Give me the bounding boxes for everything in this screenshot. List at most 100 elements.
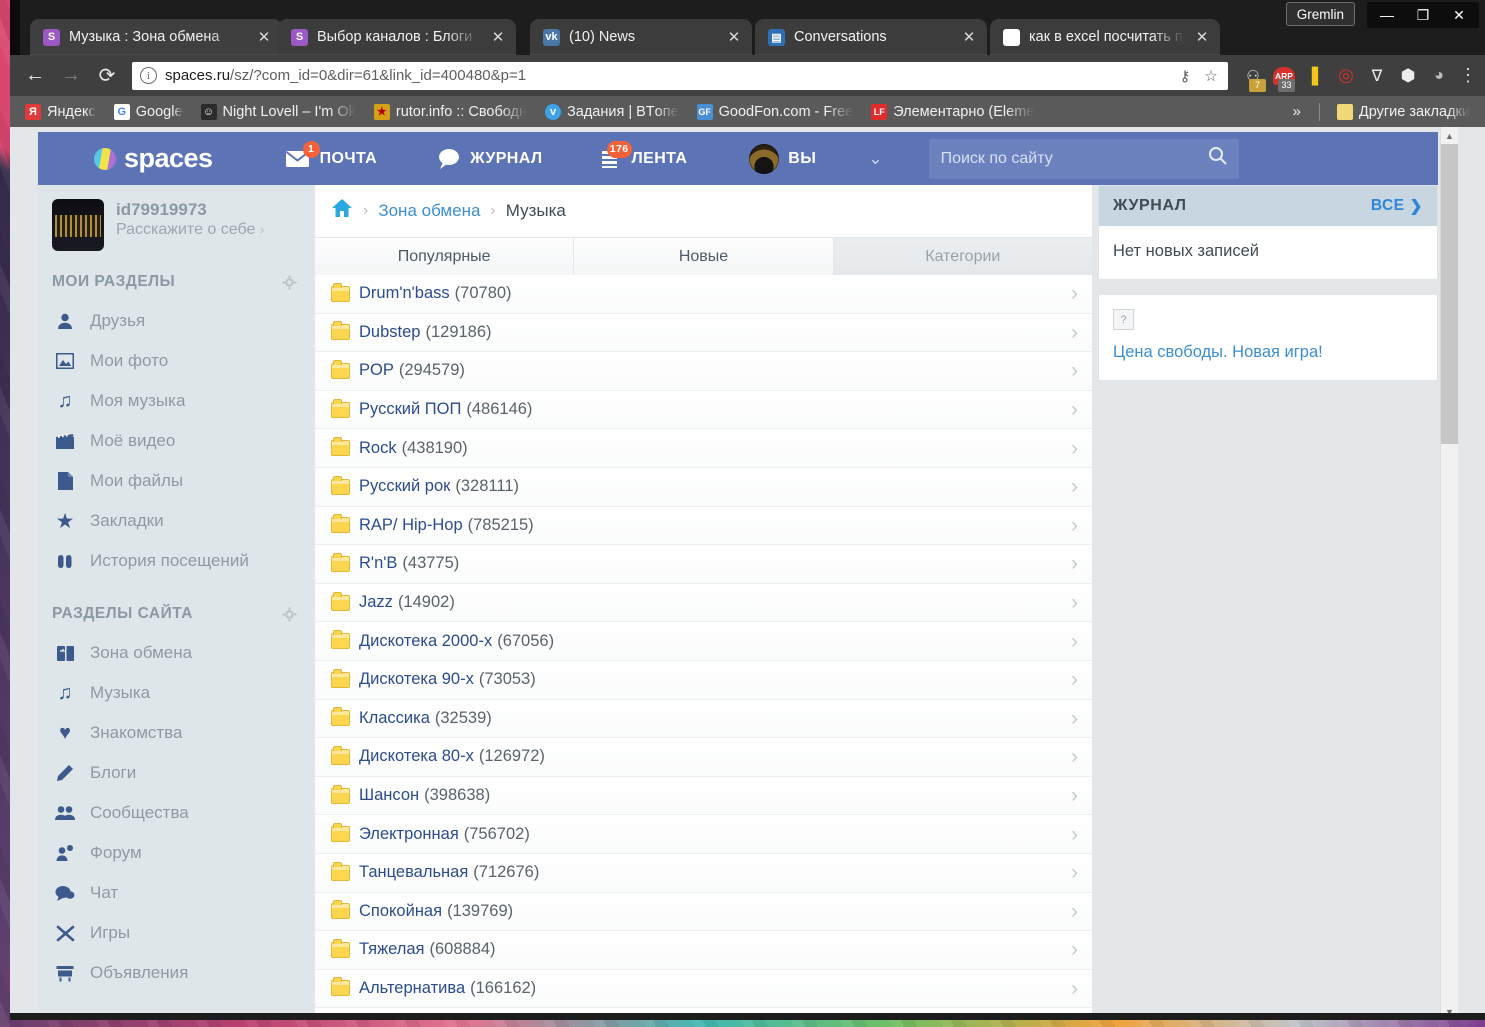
search-input[interactable]: Поиск по сайту [941,150,1208,168]
chevron-right-icon[interactable]: › [1071,862,1078,883]
sidebar-item-games[interactable]: Игры [38,913,315,953]
chevron-right-icon[interactable]: › [1071,939,1078,960]
sidebar-item-dating[interactable]: ♥ Знакомства [38,713,315,753]
folder-row[interactable]: Классика (32539) › [315,699,1092,739]
sidebar-item-my-files[interactable]: Мои файлы [38,461,315,501]
chevron-right-icon[interactable]: › [1071,824,1078,845]
chevron-right-icon[interactable]: › [1071,322,1078,343]
browser-tab-2[interactable]: S Выбор каналов : Блоги ✕ [278,19,516,55]
bookmark-item[interactable]: LF Элементарно (Eleme [862,100,1043,124]
close-icon[interactable]: ✕ [961,30,977,45]
key-icon[interactable]: ⚷ [1176,67,1194,85]
avatar[interactable] [52,199,104,251]
site-info-icon[interactable]: i [140,67,157,84]
chevron-right-icon[interactable]: › [1071,476,1078,497]
sidebar-item-forum[interactable]: Форум [38,833,315,873]
sidebar-item-exchange-zone[interactable]: Зона обмена [38,633,315,673]
sidebar-item-blogs[interactable]: Блоги [38,753,315,793]
browser-menu-icon[interactable]: ⋮ [1459,66,1477,84]
bookmark-item[interactable]: ☺ Night Lovell – I'm Ok [192,100,365,124]
nav-item-mail[interactable]: 1 ПОЧТА [285,140,378,171]
sidebar-item-ads[interactable]: Объявления [38,953,315,993]
chevron-right-icon[interactable]: › [1071,901,1078,922]
search-icon[interactable] [1208,146,1227,171]
chevron-right-icon[interactable]: › [1071,592,1078,613]
folder-row[interactable]: Шансон (398638) › [315,776,1092,816]
folder-row[interactable]: Танцевальная (712676) › [315,853,1092,893]
nav-item-you[interactable]: ВЫ [749,143,816,174]
folder-row[interactable]: Rock (438190) › [315,429,1092,468]
chevron-right-icon[interactable]: › [1071,283,1078,304]
minimize-button[interactable]: — [1369,3,1405,27]
bookmark-item[interactable]: Я Яндекс [16,100,105,124]
home-icon[interactable] [331,198,353,224]
sidebar-item-chat[interactable]: Чат [38,873,315,913]
chevron-right-icon[interactable]: › [1071,438,1078,459]
chevron-right-icon[interactable]: › [1071,978,1078,999]
close-icon[interactable]: ✕ [490,30,506,45]
folder-row[interactable]: Русский ПОП (486146) › [315,390,1092,430]
bookmark-extension-icon[interactable]: ❚ [1304,65,1326,87]
chevron-right-icon[interactable]: › [1071,553,1078,574]
close-window-button[interactable]: ✕ [1441,3,1477,27]
bookmarks-overflow-button[interactable]: » [1283,103,1311,120]
target-extension-icon[interactable]: ◎ [1335,65,1357,87]
page-scrollbar[interactable]: ▲ ▼ [1440,127,1458,1020]
status-extension-icon[interactable]: ◕ [1428,65,1450,87]
address-bar[interactable]: i spaces.ru/sz/?com_id=0&dir=61&link_id=… [132,61,1228,90]
bookmark-item[interactable]: v Задания | BTопе [536,100,688,124]
arp-extension-icon[interactable]: ARP 33 [1273,65,1295,92]
promo-link[interactable]: Цена свободы. Новая игра! [1113,343,1423,362]
tab-categories[interactable]: Категории [833,238,1092,275]
folder-row[interactable]: Jazz (14902) › [315,583,1092,623]
other-bookmarks-button[interactable]: Другие закладки [1328,100,1479,124]
sidebar-item-communities[interactable]: Сообщества [38,793,315,833]
close-icon[interactable]: ✕ [256,30,272,45]
folder-row[interactable]: RAP/ Hip-Hop (785215) › [315,506,1092,546]
reload-button[interactable]: ⟳ [90,61,124,91]
folder-row[interactable]: Спокойная (139769) › [315,892,1092,932]
sidebar-item-my-video[interactable]: Моё видео [38,421,315,461]
chevron-right-icon[interactable]: › [1071,631,1078,652]
folder-row[interactable]: Dubstep (129186) › [315,313,1092,353]
sidebar-item-bookmarks[interactable]: ★ Закладки [38,501,315,541]
journal-all-link[interactable]: ВСЕ ❯ [1371,197,1423,216]
sidebar-item-my-photos[interactable]: Мои фото [38,341,315,381]
folder-row[interactable]: Электронная (756702) › [315,815,1092,854]
chevron-right-icon[interactable]: › [1071,399,1078,420]
chevron-right-icon[interactable]: › [1071,708,1078,729]
star-icon[interactable]: ☆ [1202,67,1220,85]
sidebar-item-friends[interactable]: Друзья [38,301,315,341]
tab-popular[interactable]: Популярные [315,238,575,275]
bookmark-item[interactable]: ★ rutor.info :: Свободн [365,100,536,124]
sidebar-item-my-music[interactable]: ♫ Моя музыка [38,381,315,421]
folder-row[interactable]: Дискотека 80-х (126972) › [315,738,1092,777]
back-button[interactable]: ← [18,61,52,91]
folder-row[interactable]: R'n'B (43775) › [315,545,1092,584]
site-search[interactable]: Поиск по сайту [928,138,1239,179]
scrollbar-thumb[interactable] [1441,144,1458,444]
browser-tab-3[interactable]: vk (10) News ✕ [530,19,752,55]
nav-item-feed[interactable]: 176 ЛЕНТА [597,140,688,171]
gear-icon[interactable] [282,607,297,622]
sidebar-item-music[interactable]: ♫ Музыка [38,673,315,713]
scroll-up-button[interactable]: ▲ [1441,127,1458,144]
vpn-extension-icon[interactable]: ᐁ [1366,65,1388,87]
nav-item-journal[interactable]: ЖУРНАЛ [435,147,542,171]
folder-row[interactable]: Drum'n'bass (70780) › [315,275,1092,314]
chevron-right-icon[interactable]: › [1071,669,1078,690]
chevron-right-icon[interactable]: › [1071,746,1078,767]
bookmark-item[interactable]: G Google [105,100,192,124]
close-icon[interactable]: ✕ [1194,30,1210,45]
site-logo[interactable]: spaces [94,143,213,174]
folder-row[interactable]: Альтернатива (166162) › [315,969,1092,1009]
chevron-down-icon[interactable]: ⌄ [868,149,882,169]
forward-button[interactable]: → [54,61,88,91]
breadcrumb-parent[interactable]: Зона обмена [378,201,480,221]
people-extension-icon[interactable]: ⚇ 7 [1242,65,1266,92]
sidebar-item-visit-history[interactable]: История посещений [38,541,315,581]
folder-row[interactable]: Русский рок (328111) › [315,467,1092,507]
profile-block[interactable]: id79919973 Расскажите о себе › [38,185,315,257]
maximize-button[interactable]: ❐ [1405,3,1441,27]
chevron-right-icon[interactable]: › [1071,785,1078,806]
